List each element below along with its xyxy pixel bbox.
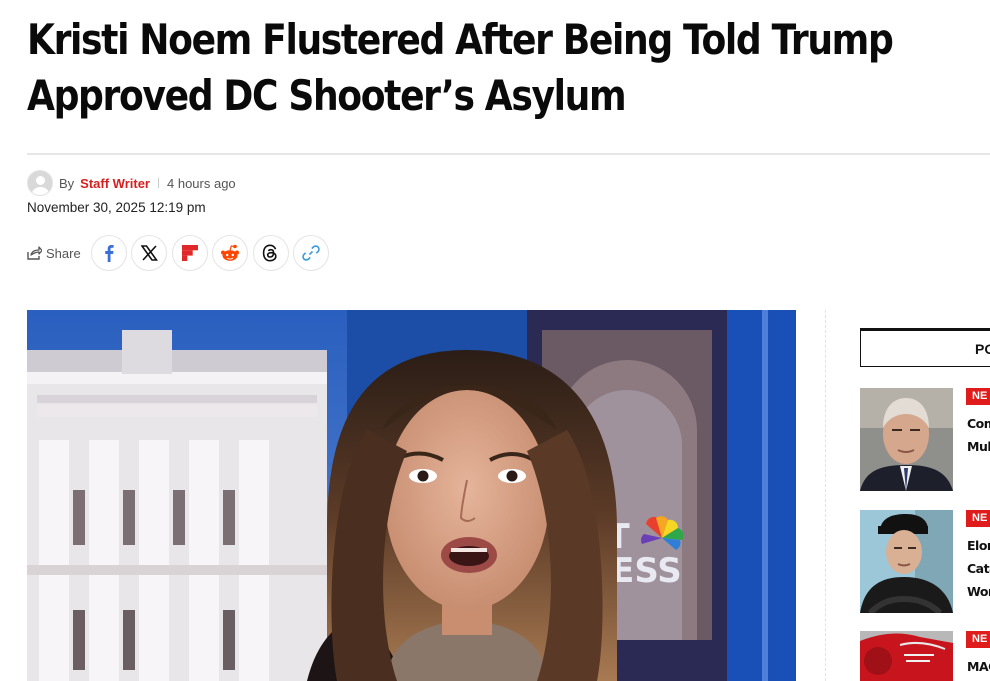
- share-x-button[interactable]: [131, 235, 168, 271]
- header-divider: [27, 153, 990, 155]
- share-reddit-button[interactable]: [212, 235, 249, 271]
- hero-photo: EET PRESS: [27, 310, 796, 681]
- facebook-icon: [104, 245, 114, 262]
- headline-line-2: Approved DC Shooter’s Asylum: [27, 71, 627, 120]
- publish-date: November 30, 2025 12:19 pm: [27, 200, 206, 215]
- sidebar-item-title[interactable]: MAC: [967, 655, 990, 678]
- author-link[interactable]: Staff Writer: [80, 176, 150, 191]
- share-facebook-button[interactable]: [90, 235, 127, 271]
- share-label: Share: [27, 246, 81, 261]
- column-divider: [825, 310, 826, 681]
- sidebar-thumb[interactable]: [860, 388, 953, 491]
- author-avatar[interactable]: [27, 170, 53, 196]
- sidebar-item-comey[interactable]: NE Com Mult: [860, 388, 990, 491]
- byline-separator: [158, 178, 159, 188]
- share-flipboard-button[interactable]: [171, 235, 208, 271]
- sidebar-item-title[interactable]: Elon Cata Wor: [967, 534, 990, 603]
- x-icon: [140, 245, 158, 261]
- category-badge[interactable]: NE: [966, 388, 990, 405]
- sidebar-item-elon[interactable]: NE Elon Cata Wor: [860, 510, 990, 613]
- sidebar-item-maga[interactable]: NE MAC: [860, 631, 990, 681]
- link-icon: [302, 245, 320, 261]
- popular-header: PO: [860, 328, 990, 367]
- reddit-icon: [221, 244, 240, 261]
- sidebar-thumb[interactable]: [860, 510, 953, 613]
- category-badge[interactable]: NE: [966, 510, 990, 527]
- share-icon: [27, 246, 42, 260]
- copy-link-button[interactable]: [293, 235, 330, 271]
- popular-title: PO: [975, 341, 990, 357]
- headline-line-1: Kristi Noem Flustered After Being Told T…: [27, 15, 894, 64]
- relative-time: 4 hours ago: [167, 175, 236, 191]
- flipboard-icon: [181, 245, 198, 261]
- threads-icon: [263, 244, 277, 262]
- sidebar-thumb[interactable]: [860, 631, 953, 681]
- by-label: By: [59, 175, 75, 191]
- article-headline: Kristi Noem Flustered After Being Told T…: [27, 12, 894, 124]
- share-bar: Share: [27, 234, 334, 272]
- byline: By Staff Writer 4 hours ago: [27, 170, 236, 196]
- sidebar-item-title[interactable]: Com Mult: [967, 412, 990, 458]
- category-badge[interactable]: NE: [966, 631, 990, 648]
- share-text: Share: [46, 245, 81, 261]
- share-threads-button[interactable]: [252, 235, 289, 271]
- hero-image[interactable]: EET PRESS: [27, 310, 796, 681]
